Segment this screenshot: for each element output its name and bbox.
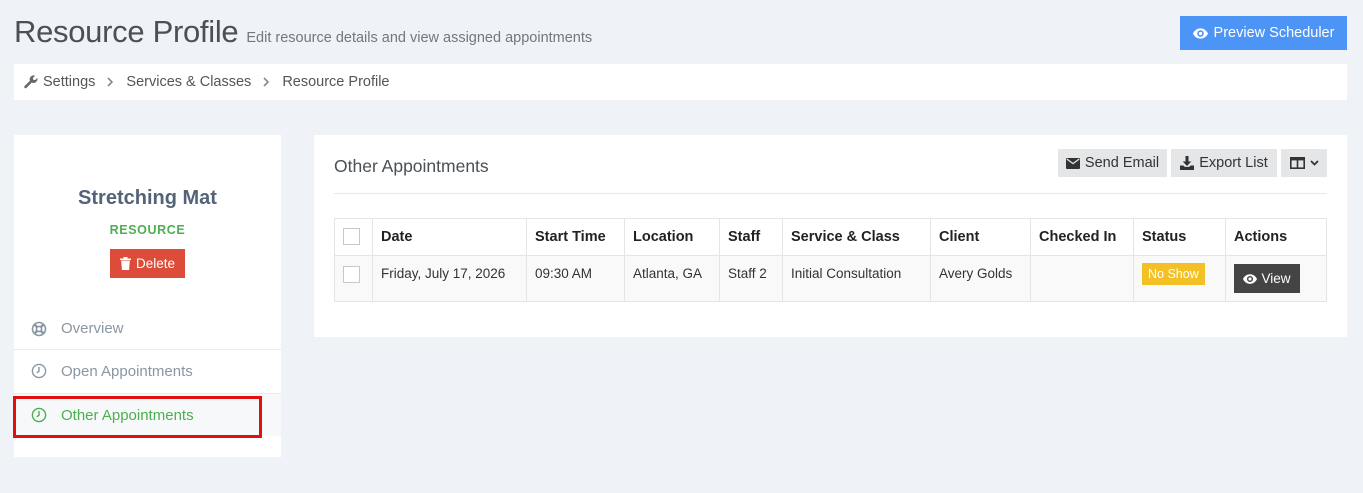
cell-location: Atlanta, GA xyxy=(624,255,720,302)
col-header-service-class[interactable]: Service & Class xyxy=(782,218,931,256)
page-subtitle: Edit resource details and view assigned … xyxy=(246,30,593,46)
select-all-checkbox[interactable] xyxy=(343,228,360,245)
send-email-button[interactable]: Send Email xyxy=(1058,149,1167,177)
nav-item-overview[interactable]: Overview xyxy=(14,307,281,350)
cell-date: Friday, July 17, 2026 xyxy=(372,255,527,302)
col-header-location[interactable]: Location xyxy=(624,218,720,256)
breadcrumb-services-classes[interactable]: Services & Classes xyxy=(126,74,251,90)
cell-status: No Show xyxy=(1133,255,1226,302)
chevron-down-icon xyxy=(1309,160,1319,166)
lifebuoy-icon xyxy=(31,321,47,337)
appointments-table: Date Start Time Location Staff Service &… xyxy=(334,218,1327,302)
panel-title: Other Appointments xyxy=(334,156,489,176)
preview-scheduler-label: Preview Scheduler xyxy=(1213,25,1335,41)
profile-sidebar: Stretching Mat RESOURCE Delete Overview … xyxy=(14,135,281,457)
delete-button[interactable]: Delete xyxy=(110,249,185,278)
preview-scheduler-button[interactable]: Preview Scheduler xyxy=(1180,16,1347,50)
resource-type-label: RESOURCE xyxy=(109,223,186,237)
view-label: View xyxy=(1261,271,1291,286)
cell-start-time: 09:30 AM xyxy=(526,255,625,302)
row-select-cell xyxy=(334,255,373,302)
col-header-client[interactable]: Client xyxy=(930,218,1031,256)
cell-checked-in xyxy=(1030,255,1134,302)
col-header-status[interactable]: Status xyxy=(1133,218,1226,256)
clock-icon xyxy=(31,407,47,423)
delete-label: Delete xyxy=(135,256,176,271)
page-header: Resource Profile Edit resource details a… xyxy=(14,14,592,50)
cell-service: Initial Consultation xyxy=(782,255,931,302)
envelope-icon xyxy=(1065,157,1080,169)
send-email-label: Send Email xyxy=(1084,155,1160,171)
page-title: Resource Profile xyxy=(14,14,239,49)
clock-icon xyxy=(31,363,47,379)
columns-toggle-button[interactable] xyxy=(1281,149,1327,177)
cell-client: Avery Golds xyxy=(930,255,1031,302)
eye-icon xyxy=(1192,27,1208,39)
nav-label-overview: Overview xyxy=(61,320,124,337)
eye-icon xyxy=(1243,273,1258,284)
chevron-right-icon xyxy=(263,77,270,87)
download-icon xyxy=(1180,156,1195,170)
col-header-staff[interactable]: Staff xyxy=(719,218,783,256)
breadcrumb-settings[interactable]: Settings xyxy=(24,74,95,90)
nav-label-other-appointments: Other Appointments xyxy=(61,406,194,424)
nav-label-open-appointments: Open Appointments xyxy=(61,362,193,380)
col-header-checked-in[interactable]: Checked In xyxy=(1030,218,1134,256)
table-header-row: Date Start Time Location Staff Service &… xyxy=(334,218,1327,256)
export-list-label: Export List xyxy=(1199,155,1268,171)
nav-item-open-appointments[interactable]: Open Appointments xyxy=(14,349,281,392)
view-button[interactable]: View xyxy=(1234,264,1300,293)
trash-icon xyxy=(119,257,131,270)
row-checkbox[interactable] xyxy=(343,266,360,283)
select-all-cell xyxy=(334,218,373,256)
table-row: Friday, July 17, 2026 09:30 AM Atlanta, … xyxy=(334,255,1327,302)
cell-actions: View xyxy=(1225,255,1327,302)
col-header-start-time[interactable]: Start Time xyxy=(526,218,625,256)
col-header-date[interactable]: Date xyxy=(372,218,527,256)
cell-staff: Staff 2 xyxy=(719,255,783,302)
panel-divider xyxy=(334,193,1327,194)
breadcrumb: Settings Services & Classes Resource Pro… xyxy=(14,64,1347,100)
appointments-panel: Other Appointments Send Email Export Lis… xyxy=(314,135,1347,337)
col-header-actions: Actions xyxy=(1225,218,1327,256)
nav-item-other-appointments[interactable]: Other Appointments xyxy=(14,393,281,436)
status-badge: No Show xyxy=(1142,263,1205,285)
resource-name: Stretching Mat xyxy=(78,187,217,209)
wrench-icon xyxy=(24,75,38,89)
chevron-right-icon xyxy=(107,77,114,87)
columns-icon xyxy=(1289,157,1305,169)
breadcrumb-resource-profile: Resource Profile xyxy=(282,74,390,90)
export-list-button[interactable]: Export List xyxy=(1171,149,1277,177)
